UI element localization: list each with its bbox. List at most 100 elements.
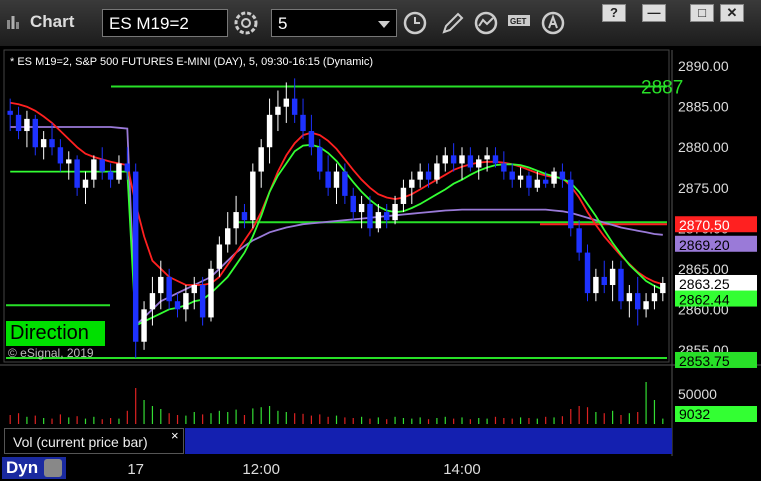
svg-text:GET: GET [510, 17, 527, 26]
candle-body [509, 171, 515, 180]
candle-body [618, 268, 624, 302]
candle-body [158, 276, 164, 294]
chart-svg[interactable]: 2887 2890.002885.002880.002875.002870.00… [0, 46, 761, 481]
candle-body [476, 159, 482, 168]
candle-body [275, 106, 281, 115]
candle-body [542, 179, 549, 184]
candle-body [15, 114, 22, 132]
candle-body [149, 293, 156, 310]
candle-body [225, 228, 231, 245]
price-badge-text: 2870.50 [679, 217, 730, 233]
candle-body [409, 179, 415, 188]
candle-body [417, 171, 423, 180]
candle-body [82, 179, 89, 188]
candle-body [7, 110, 13, 115]
candle-body [342, 171, 348, 196]
symbol-field[interactable]: ES M19=2 [102, 9, 228, 37]
maximize-button[interactable]: □ [690, 4, 714, 22]
candle-body [233, 212, 239, 229]
candle-body [601, 276, 607, 286]
candle-body [116, 163, 122, 180]
candle-body [141, 309, 147, 342]
minimize-button[interactable]: — [642, 4, 666, 22]
candle-body [308, 131, 315, 148]
candle-body [291, 98, 298, 115]
candle-body [317, 147, 323, 172]
interval-value: 5 [278, 14, 288, 33]
interval-field[interactable]: 5 [271, 9, 397, 37]
candle-body [199, 285, 206, 318]
candle-body [492, 155, 499, 164]
candle-body [367, 203, 373, 229]
candle-body [434, 163, 440, 180]
candle-body [626, 293, 633, 302]
candle-body [400, 187, 407, 204]
candle-body [526, 175, 532, 188]
candle-body [551, 171, 557, 184]
candle-body [174, 301, 181, 310]
alert-icon[interactable] [540, 10, 568, 36]
x-tick-label: 14:00 [443, 461, 481, 478]
gear-icon[interactable] [232, 10, 260, 36]
dynamic-icon[interactable] [44, 459, 62, 477]
symbol-value: ES M19=2 [109, 14, 189, 33]
candle-body [74, 159, 80, 188]
candle-body [593, 276, 599, 294]
volume-badge-text: 9032 [679, 406, 710, 422]
y-tick-label: 2890.00 [678, 58, 729, 74]
candle-body [132, 171, 139, 342]
candle-body [166, 276, 172, 302]
candle-body [24, 118, 30, 132]
copyright-text: © eSignal, 2019 [8, 346, 94, 360]
price-badge-text: 2862.44 [679, 292, 730, 308]
study-icon[interactable] [473, 10, 501, 36]
app-title: Chart [30, 12, 75, 31]
candle-body [634, 293, 641, 310]
candle-body [32, 118, 39, 148]
candle-body [124, 163, 131, 172]
chart-header: * ES M19=2, S&P 500 FUTURES E-MINI (DAY)… [10, 56, 374, 68]
pencil-icon[interactable] [438, 10, 466, 36]
candle-body [241, 212, 248, 221]
candle-body [57, 147, 64, 164]
volume-label: Vol (current price bar) [4, 428, 184, 454]
level-top-label: 2887 [641, 77, 683, 98]
candle-body [99, 159, 105, 172]
help-button[interactable]: ? [602, 4, 626, 22]
candle-body [584, 252, 591, 294]
app-icon [7, 16, 19, 29]
candle-body [216, 244, 223, 269]
candle-body [266, 114, 273, 148]
close-button[interactable]: ✕ [720, 4, 744, 22]
candle-body [559, 171, 566, 180]
candle-body [208, 268, 214, 318]
volume-tick-label: 50000 [678, 386, 717, 402]
candle-body [467, 155, 474, 168]
candle-body [534, 179, 541, 188]
candle-body [358, 203, 365, 213]
price-badge-text: 2869.20 [679, 237, 730, 253]
candle-body [333, 171, 340, 188]
candle-body [107, 171, 114, 180]
candle-body [258, 147, 264, 172]
candle-body [325, 171, 331, 188]
clock-icon[interactable] [401, 10, 429, 36]
candle-body [350, 195, 356, 213]
x-tick-label: 12:00 [242, 461, 280, 478]
price-badge-text: 2863.25 [679, 276, 730, 292]
candle-body [459, 155, 465, 164]
close-icon[interactable]: × [171, 428, 179, 443]
price-badge-text: 2853.75 [679, 353, 730, 369]
candle-body [375, 212, 382, 229]
candle-body [609, 268, 616, 286]
candle-body [49, 139, 55, 148]
candle-body [191, 285, 197, 294]
candle-body [643, 301, 649, 310]
title-bar: Chart ES M19=2 5 GET ? — □ ✕ [0, 0, 761, 47]
candle-body [283, 98, 290, 107]
candle-body [91, 159, 97, 180]
candle-body [300, 114, 306, 132]
get-icon[interactable]: GET [506, 10, 534, 36]
candle-body [383, 212, 390, 221]
candle-body [392, 203, 398, 221]
